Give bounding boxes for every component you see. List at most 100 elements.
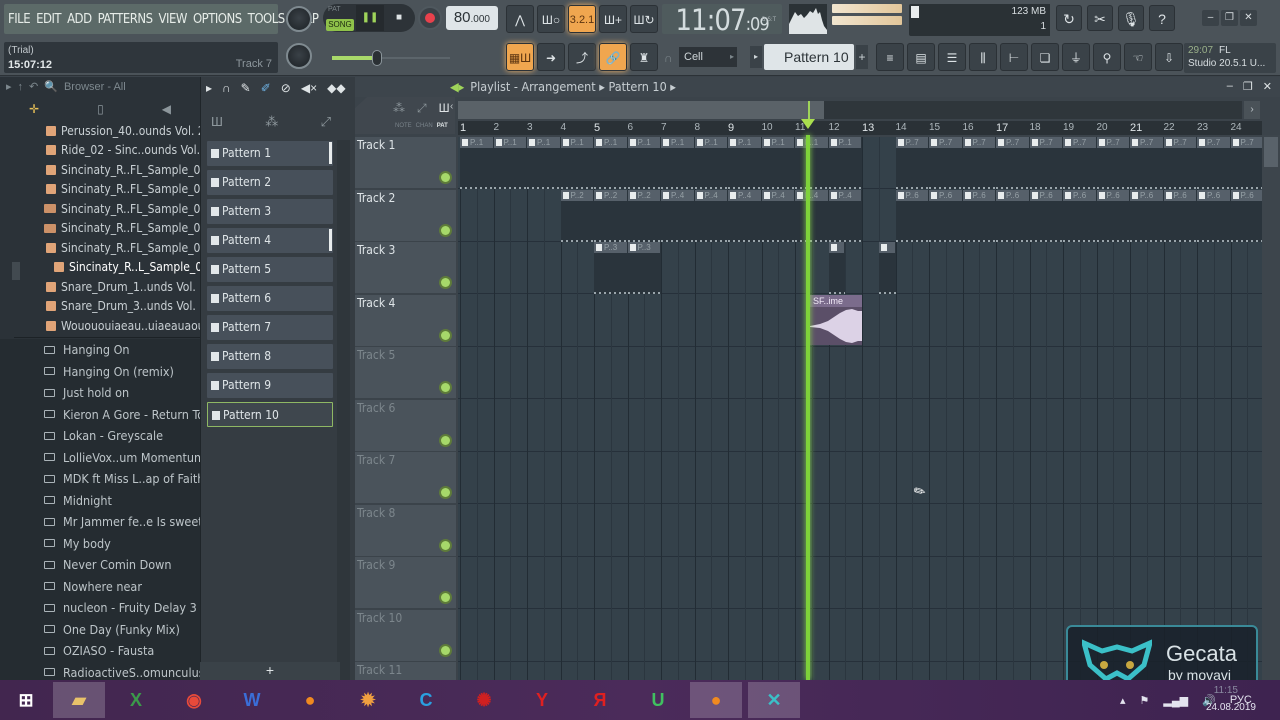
browser-folder-item[interactable]: Nowhere near [0, 576, 200, 598]
taskbar-yandex-browser[interactable]: Y [516, 682, 568, 718]
menu-edit[interactable]: EDIT [36, 12, 61, 27]
pattern-list-scrollbar[interactable] [337, 140, 350, 680]
clock-time[interactable]: 11:15 [1214, 685, 1238, 696]
pattern-clip[interactable]: P..1 [594, 137, 628, 189]
pattern-clip[interactable]: P..6 [962, 189, 996, 242]
browser-folder-item[interactable]: Just hold on [0, 382, 200, 404]
pattern-clip[interactable]: P..2 [627, 189, 661, 242]
taskbar-gecata[interactable]: ✕ [748, 682, 800, 718]
track-mute-led[interactable] [441, 435, 450, 445]
browser-folder-item[interactable]: One Day (Funky Mix) [0, 619, 200, 641]
song-position-display[interactable]: 11:07:09 B:S:T [662, 4, 782, 36]
pattern-item[interactable]: Pattern 1 [207, 141, 333, 166]
pattern-item[interactable]: Pattern 6 [207, 286, 333, 311]
metronome-button[interactable]: ⋀ [506, 5, 534, 33]
loop-record-button[interactable]: Ш↻ [630, 5, 658, 33]
track-mute-led[interactable] [441, 540, 450, 550]
pattern-item[interactable]: Pattern 4 [207, 228, 333, 253]
pattern-clip[interactable]: P..3 [627, 242, 661, 294]
track-lane[interactable] [458, 400, 1262, 452]
automation-icon[interactable]: ⤢ [321, 114, 331, 130]
overview-viewport[interactable] [458, 101, 824, 119]
ruler-bar-number[interactable]: 10 [762, 122, 773, 133]
track-lane[interactable] [458, 557, 1262, 609]
track-mute-led[interactable] [441, 225, 450, 235]
minimize-button[interactable]: – [1202, 10, 1219, 26]
plugin-database-button[interactable]: ⏚ [1062, 43, 1090, 71]
track-header[interactable]: Track 9 [355, 557, 456, 609]
automation-icon[interactable]: ⤢ [417, 101, 427, 116]
browser-file-item[interactable]: Sincinaty_R..FL_Sample_01 [0, 160, 200, 180]
mode-chan[interactable]: CHAN [416, 123, 433, 129]
speaker-icon[interactable]: ◀▸ [450, 79, 464, 94]
playlist-vertical-scrollbar[interactable] [1262, 135, 1280, 680]
pattern-clip[interactable]: P..3 [594, 242, 628, 294]
playlist-window-button[interactable]: ≡ [876, 43, 904, 71]
restore-button[interactable]: ❐ [1221, 10, 1238, 26]
add-pattern-clip-button[interactable]: + [200, 662, 340, 680]
browser-file-item[interactable]: Sincinaty_R..L_Sample_06 [0, 258, 200, 278]
pat-song-toggle[interactable]: PAT SONG [326, 6, 354, 32]
track-header[interactable]: Track 4 [355, 294, 456, 347]
pattern-clip[interactable]: P..1 [761, 137, 795, 189]
browser-file-item[interactable]: Sincinaty_R..FL_Sample_05 [0, 238, 200, 258]
ruler-bar-number[interactable]: 19 [1063, 122, 1074, 133]
pattern-clip[interactable]: P..1 [694, 137, 728, 189]
channel-rack-button[interactable]: ☰ [938, 43, 966, 71]
scrub-button[interactable]: ⤴ [568, 43, 596, 71]
up-icon[interactable]: ↑ [18, 77, 24, 97]
pattern-clip[interactable]: P..4 [661, 189, 695, 242]
search-icon[interactable]: 🔍 [44, 77, 58, 97]
pattern-clip[interactable]: P..2 [560, 189, 594, 242]
cut-tool-button[interactable]: ✂ [1087, 5, 1113, 31]
track-lane[interactable] [458, 505, 1262, 557]
pattern-item[interactable]: Pattern 3 [207, 199, 333, 224]
pattern-clip[interactable]: P..6 [1096, 189, 1130, 242]
restore-icon[interactable]: ❐ [1243, 80, 1253, 93]
menu-patterns[interactable]: PATTERNS [98, 12, 153, 27]
ruler-bar-number[interactable]: 13 [862, 122, 874, 134]
ruler-bar-number[interactable]: 6 [628, 122, 634, 133]
pattern-clip[interactable]: P..1 [661, 137, 695, 189]
pattern-clip[interactable]: P..4 [728, 189, 762, 242]
browser-file-item[interactable]: Perussion_40..ounds Vol. 2 [0, 121, 200, 141]
pattern-item[interactable]: Pattern 2 [207, 170, 333, 195]
browser-folder-item[interactable]: nucleon - Fruity Delay 3 [0, 597, 200, 619]
master-pitch-knob[interactable] [286, 43, 312, 69]
clock-date[interactable]: 24.08.2019 [1206, 702, 1256, 713]
ruler-bar-number[interactable]: 24 [1231, 122, 1242, 133]
pattern-clip[interactable]: P..6 [1029, 189, 1063, 242]
step-edit-button[interactable]: Ш+ [599, 5, 627, 33]
pattern-clip[interactable]: P..4 [795, 189, 829, 242]
pattern-item[interactable]: Pattern 8 [207, 344, 333, 369]
hand-tool-button[interactable]: ☜ [1124, 43, 1152, 71]
track-lane[interactable] [458, 452, 1262, 504]
delete-tool-icon[interactable]: ⊘ [281, 81, 291, 95]
undo-history-button[interactable]: ↻ [1056, 5, 1082, 31]
pattern-clip[interactable]: P..7 [996, 137, 1030, 189]
browser-file-item[interactable]: Sincinaty_R..FL_Sample_04 [0, 219, 200, 239]
playlist-crumb[interactable]: Pattern 10 [608, 79, 666, 94]
track-mute-led[interactable] [441, 593, 450, 602]
audio-icon[interactable]: ⁂ [265, 114, 278, 130]
browser-file-item[interactable]: Ride_02 - Sinc..ounds Vol. 2 [0, 141, 200, 161]
browser-title[interactable]: Browser - All [64, 77, 126, 97]
pattern-clip[interactable]: P..1 [627, 137, 661, 189]
track-mute-led[interactable] [441, 278, 450, 287]
taskbar-uninstaller[interactable]: U [632, 682, 684, 718]
pattern-clip[interactable]: P..1 [795, 137, 829, 189]
pattern-clip[interactable]: P..7 [1197, 137, 1231, 189]
track-header[interactable]: Track 5 [355, 347, 456, 399]
track-mute-led[interactable] [441, 383, 450, 392]
start-button[interactable]: ⊞ [0, 682, 52, 718]
piano-icon[interactable]: Ш [439, 101, 450, 116]
link-button[interactable]: 🔗 [599, 43, 627, 71]
taskbar-app-orange[interactable]: ✹ [342, 682, 394, 718]
taskbar-fl-studio-active[interactable]: ● [690, 682, 742, 718]
pattern-clip[interactable] [828, 242, 846, 294]
pattern-clip[interactable]: P..4 [761, 189, 795, 242]
fl-news-panel[interactable]: 29:07 FL Studio 20.5.1 U... [1184, 43, 1276, 73]
pattern-clip[interactable]: P..4 [828, 189, 862, 242]
audio-icon[interactable]: ⁂ [393, 101, 405, 116]
wait-for-input-button[interactable]: Ш○ [537, 5, 565, 33]
